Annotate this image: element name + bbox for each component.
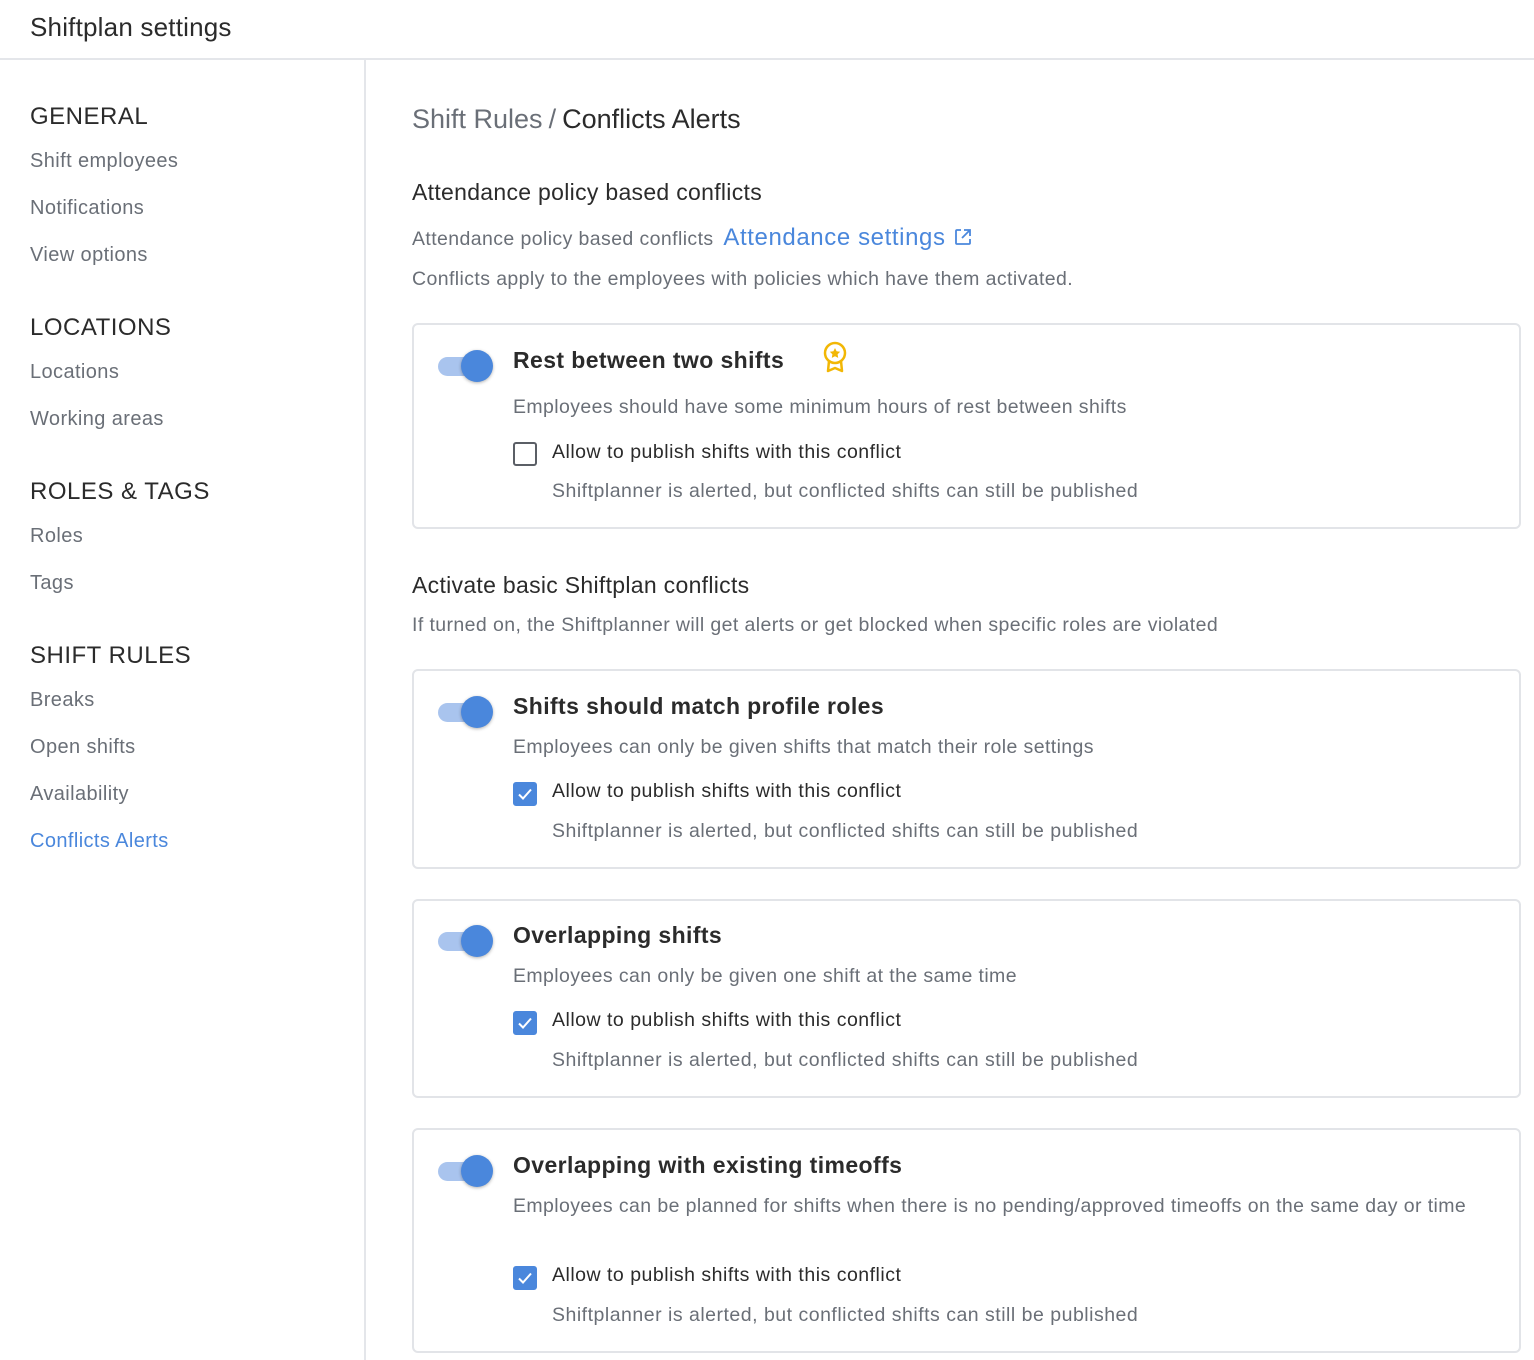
sidebar-item-roles[interactable]: Roles: [30, 513, 210, 560]
attendance-settings-link-label: Attendance settings: [723, 224, 946, 251]
allow-publish-checkbox[interactable]: [513, 1266, 537, 1290]
rule-title: Shifts should match profile roles: [513, 693, 885, 719]
allow-publish-label[interactable]: Allow to publish shifts with this confli…: [552, 1264, 901, 1287]
nav-heading-locations: LOCATIONS: [30, 314, 172, 341]
rule-toggle[interactable]: [438, 925, 494, 957]
breadcrumb: Shift Rules / Conflicts Alerts: [412, 104, 741, 135]
checkmark-icon: [518, 1272, 532, 1284]
rule-title: Overlapping with existing timeoffs: [513, 1152, 903, 1178]
nav-group-shift-rules: SHIFT RULES Breaks Open shifts Availabil…: [30, 641, 191, 865]
rule-description: Employees can be planned for shifts when…: [513, 1195, 1467, 1217]
allow-publish-hint: Shiftplanner is alerted, but conflicted …: [552, 1304, 1139, 1326]
sidebar-item-conflicts-alerts[interactable]: Conflicts Alerts: [30, 818, 191, 865]
allow-publish-hint: Shiftplanner is alerted, but conflicted …: [552, 1049, 1139, 1071]
sidebar-item-availability[interactable]: Availability: [30, 771, 191, 818]
rule-card-overlapping-timeoffs: Overlapping with existing timeoffs Emplo…: [412, 1128, 1521, 1353]
sidebar-item-open-shifts[interactable]: Open shifts: [30, 724, 191, 771]
rule-title: Rest between two shifts: [513, 347, 785, 373]
sidebar-item-working-areas[interactable]: Working areas: [30, 396, 171, 443]
attendance-section-label: Attendance policy based conflicts: [412, 228, 714, 250]
allow-publish-checkbox[interactable]: [513, 1011, 537, 1035]
breadcrumb-parent[interactable]: Shift Rules: [412, 104, 543, 134]
nav-heading-roles-tags: ROLES & TAGS: [30, 478, 210, 505]
page-header-title: Shiftplan settings: [30, 12, 232, 42]
sidebar-item-tags[interactable]: Tags: [30, 560, 210, 607]
attendance-section-note: Conflicts apply to the employees with po…: [412, 268, 1074, 290]
rule-description: Employees can only be given shifts that …: [513, 736, 1094, 758]
rule-toggle[interactable]: [438, 696, 494, 728]
sidebar-item-shift-employees[interactable]: Shift employees: [30, 138, 178, 185]
attendance-section-text: Attendance policy based conflicts Attend…: [412, 224, 972, 253]
rule-description: Employees can only be given one shift at…: [513, 965, 1017, 987]
rule-description: Employees should have some minimum hours…: [513, 396, 1127, 418]
attendance-section-title: Attendance policy based conflicts: [412, 179, 762, 205]
sidebar-item-breaks[interactable]: Breaks: [30, 677, 191, 724]
basic-section-title: Activate basic Shiftplan conflicts: [412, 572, 750, 598]
nav-group-general: GENERAL Shift employees Notifications Vi…: [30, 102, 178, 279]
rule-title: Overlapping shifts: [513, 922, 723, 948]
rule-toggle[interactable]: [438, 1155, 494, 1187]
allow-publish-hint: Shiftplanner is alerted, but conflicted …: [552, 480, 1139, 502]
sidebar-item-locations[interactable]: Locations: [30, 349, 171, 396]
allow-publish-checkbox[interactable]: [513, 442, 537, 466]
checkmark-icon: [518, 788, 532, 800]
nav-heading-shift-rules: SHIFT RULES: [30, 642, 192, 669]
rule-card-overlapping-shifts: Overlapping shifts Employees can only be…: [412, 899, 1521, 1098]
breadcrumb-current: Conflicts Alerts: [562, 104, 741, 134]
allow-publish-label[interactable]: Allow to publish shifts with this confli…: [552, 1009, 901, 1032]
external-link-icon: [954, 225, 972, 253]
nav-group-locations: LOCATIONS Locations Working areas: [30, 313, 171, 443]
allow-publish-label[interactable]: Allow to publish shifts with this confli…: [552, 780, 901, 803]
rule-card-rest-between-shifts: Rest between two shifts Employees should…: [412, 323, 1521, 529]
settings-sidebar: GENERAL Shift employees Notifications Vi…: [0, 60, 366, 1360]
award-badge-icon: [820, 341, 850, 378]
sidebar-item-view-options[interactable]: View options: [30, 232, 178, 279]
attendance-settings-link[interactable]: Attendance settings: [723, 224, 971, 251]
rule-toggle[interactable]: [438, 350, 494, 382]
breadcrumb-separator: /: [548, 104, 557, 134]
checkmark-icon: [518, 1017, 532, 1029]
rule-card-match-profile-roles: Shifts should match profile roles Employ…: [412, 669, 1521, 869]
top-bar: Shiftplan settings: [0, 0, 1534, 60]
allow-publish-checkbox[interactable]: [513, 782, 537, 806]
basic-section-text: If turned on, the Shiftplanner will get …: [412, 614, 1219, 636]
nav-group-roles-tags: ROLES & TAGS Roles Tags: [30, 477, 210, 607]
allow-publish-hint: Shiftplanner is alerted, but conflicted …: [552, 820, 1139, 842]
allow-publish-label[interactable]: Allow to publish shifts with this confli…: [552, 441, 901, 464]
nav-heading-general: GENERAL: [30, 103, 149, 130]
sidebar-item-notifications[interactable]: Notifications: [30, 185, 178, 232]
